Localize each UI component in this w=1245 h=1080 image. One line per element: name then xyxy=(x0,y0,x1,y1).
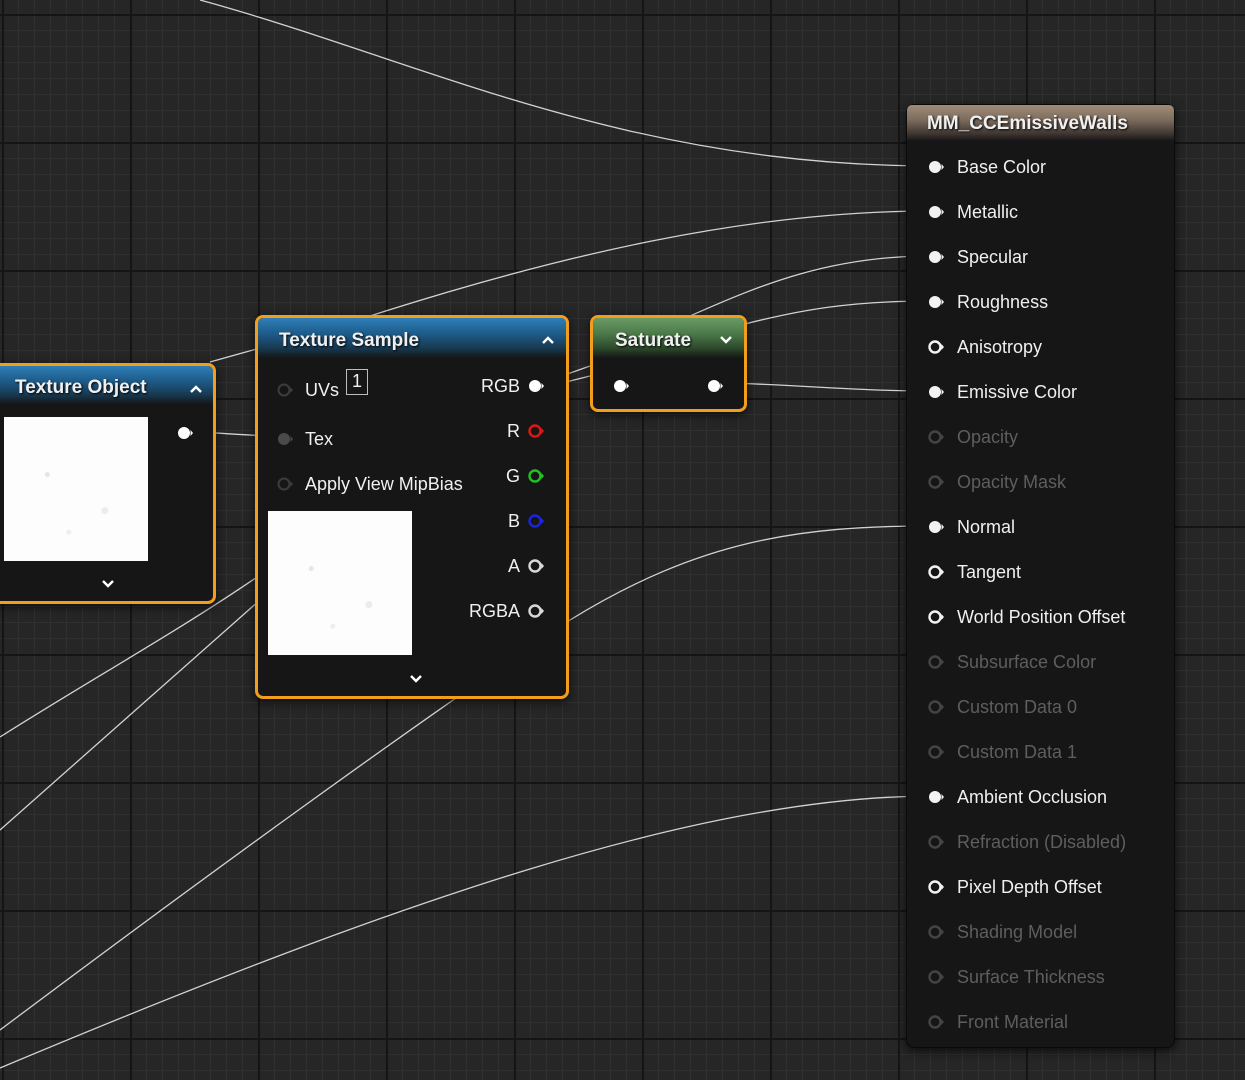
material-input-label: Custom Data 1 xyxy=(957,742,1078,762)
uvs-input-pin[interactable] xyxy=(277,383,293,397)
texture-sample-preview xyxy=(268,511,412,655)
texture-object-node[interactable]: Texture Object xyxy=(0,363,216,604)
uvs-value-field[interactable]: 1 xyxy=(346,369,368,395)
material-input-pin[interactable] xyxy=(928,340,944,354)
wire-emissive xyxy=(727,382,931,392)
saturate-output-pin[interactable] xyxy=(707,379,723,393)
material-input-pin[interactable] xyxy=(928,700,944,714)
g-output-label: G xyxy=(505,466,520,486)
material-input-pin[interactable] xyxy=(928,475,944,489)
texture-sample-title: Texture Sample xyxy=(279,330,420,351)
texture-object-output-pin[interactable] xyxy=(177,426,193,440)
b-output-label: B xyxy=(507,511,520,531)
chevron-up-icon[interactable] xyxy=(185,378,207,400)
material-input-pin[interactable] xyxy=(928,790,944,804)
material-input-pin[interactable] xyxy=(928,250,944,264)
g-output-pin[interactable] xyxy=(528,469,544,483)
material-input-label: Normal xyxy=(957,517,1016,537)
material-input-pin[interactable] xyxy=(928,295,944,309)
r-output-pin[interactable] xyxy=(528,424,544,438)
wire-base-color xyxy=(199,0,931,167)
chevron-down-icon[interactable] xyxy=(715,329,737,351)
texture-object-title: Texture Object xyxy=(15,377,147,398)
tex-label: Tex xyxy=(305,429,334,449)
chevron-down-icon[interactable] xyxy=(97,573,119,595)
material-input-label: Specular xyxy=(957,247,1029,267)
r-output-label: R xyxy=(507,421,520,441)
wire-to-texture-sample-left xyxy=(209,347,261,363)
apply-view-mipbias-label: Apply View MipBias xyxy=(305,474,463,494)
material-input-pin[interactable] xyxy=(928,610,944,624)
b-output-pin[interactable] xyxy=(528,514,544,528)
material-input-label: Metallic xyxy=(957,202,1019,222)
material-input-label: Base Color xyxy=(957,157,1047,177)
chevron-up-icon[interactable] xyxy=(537,329,559,351)
material-input-pin[interactable] xyxy=(928,160,944,174)
rgb-output-label: RGB xyxy=(480,376,520,396)
material-input-label: Anisotropy xyxy=(957,337,1043,357)
wire-metallic xyxy=(369,210,931,317)
uvs-label: UVs xyxy=(305,380,340,400)
wire-specular xyxy=(689,255,931,317)
material-input-label: Pixel Depth Offset xyxy=(957,877,1102,897)
material-result-title: MM_CCEmissiveWalls xyxy=(927,113,1128,134)
wire-left-2 xyxy=(0,599,261,831)
material-input-pin[interactable] xyxy=(928,925,944,939)
rgba-output-label: RGBA xyxy=(468,601,520,621)
material-input-label: Opacity Mask xyxy=(957,472,1067,492)
material-input-pin[interactable] xyxy=(928,1015,944,1029)
saturate-node[interactable]: Saturate xyxy=(590,315,747,412)
material-input-label: Front Material xyxy=(957,1012,1069,1032)
material-input-pin[interactable] xyxy=(928,385,944,399)
texture-object-preview xyxy=(4,417,148,561)
apply-view-mipbias-input-pin[interactable] xyxy=(277,477,293,491)
saturate-input-pin[interactable] xyxy=(613,379,629,393)
a-output-pin[interactable] xyxy=(528,559,544,573)
wire-roughness xyxy=(744,300,931,325)
material-input-label: Shading Model xyxy=(957,922,1078,942)
rgb-output-pin[interactable] xyxy=(528,379,544,393)
material-input-label: Opacity xyxy=(957,427,1019,447)
material-input-label: Roughness xyxy=(957,292,1049,312)
rgba-output-pin[interactable] xyxy=(528,604,544,618)
material-input-label: Ambient Occlusion xyxy=(957,787,1108,807)
material-input-pin[interactable] xyxy=(928,520,944,534)
material-input-pin[interactable] xyxy=(928,205,944,219)
wire-normal xyxy=(569,525,931,621)
texture-sample-node[interactable]: Texture Sample UVs 1 Tex Apply View MipB… xyxy=(255,315,569,699)
material-input-label: Tangent xyxy=(957,562,1022,582)
material-input-pin[interactable] xyxy=(928,655,944,669)
material-input-pin[interactable] xyxy=(928,835,944,849)
material-input-pin[interactable] xyxy=(928,565,944,579)
saturate-title: Saturate xyxy=(615,330,692,351)
material-input-label: Custom Data 0 xyxy=(957,697,1078,717)
chevron-down-icon[interactable] xyxy=(405,668,427,690)
material-input-label: World Position Offset xyxy=(957,607,1126,627)
wire-ambient-occlusion xyxy=(0,795,931,1069)
material-input-pin[interactable] xyxy=(928,430,944,444)
material-input-label: Subsurface Color xyxy=(957,652,1097,672)
material-input-label: Surface Thickness xyxy=(957,967,1105,987)
material-input-label: Emissive Color xyxy=(957,382,1078,402)
material-input-pin[interactable] xyxy=(928,745,944,759)
material-input-label: Refraction (Disabled) xyxy=(957,832,1127,852)
material-result-node[interactable]: MM_CCEmissiveWalls Base Color Metallic Spe… xyxy=(906,104,1175,1048)
material-input-pin[interactable] xyxy=(928,880,944,894)
tex-input-pin[interactable] xyxy=(277,432,293,446)
a-output-label: A xyxy=(507,556,520,576)
material-input-pin[interactable] xyxy=(928,970,944,984)
